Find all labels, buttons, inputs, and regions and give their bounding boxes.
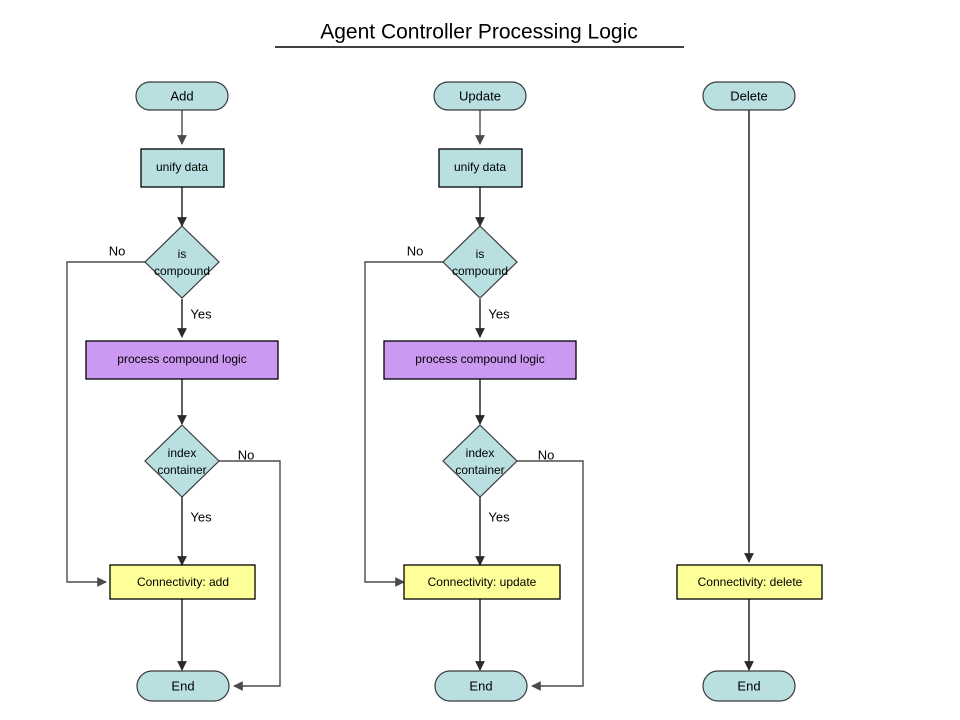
node-add-connectivity-label: Connectivity: add [137,575,229,589]
node-delete-end-label: End [737,678,760,693]
flowchart-diagram: Agent Controller Processing Logic No Yes… [66,21,823,702]
node-update-index-container[interactable]: index container [442,424,518,498]
node-update-process-compound-logic-label: process compound logic [415,352,544,366]
node-delete-connectivity-label: Connectivity: delete [698,575,803,589]
node-add-connectivity[interactable]: Connectivity: add [109,564,256,600]
node-add-is-compound-label-line2: compound [154,264,210,278]
edge-label-add-iscompound-no: No [109,243,126,258]
page-title-text: Agent Controller Processing Logic [320,21,638,44]
add-flow-column: No Yes No Yes Add unify data is compound [66,81,281,702]
edge-update-iscompound-no-to-connectivity [364,261,443,587]
node-add-index-container[interactable]: index container [144,424,220,498]
node-delete-connectivity[interactable]: Connectivity: delete [676,564,823,600]
node-add-start-label: Add [170,88,193,103]
node-update-index-container-shape[interactable] [442,424,518,498]
node-update-end-label: End [469,678,492,693]
node-update-connectivity-label: Connectivity: update [428,575,537,589]
edge-label-add-indexcontainer-yes: Yes [190,509,212,524]
edge-label-update-iscompound-yes: Yes [488,306,510,321]
node-add-unify-data-label: unify data [156,160,208,174]
update-flow-column: No Yes No Yes Update unify data is compo… [364,81,584,702]
node-add-process-compound-logic[interactable]: process compound logic [85,340,279,380]
node-delete-start[interactable]: Delete [702,81,796,111]
node-update-is-compound-label-line2: compound [452,264,508,278]
node-update-connectivity[interactable]: Connectivity: update [403,564,561,600]
flowchart-canvas: Agent Controller Processing Logic No Yes… [0,0,960,720]
node-update-process-compound-logic[interactable]: process compound logic [383,340,577,380]
edge-label-update-indexcontainer-no: No [538,447,555,462]
node-add-end-label: End [171,678,194,693]
node-update-unify-data[interactable]: unify data [438,148,523,188]
edge-label-add-indexcontainer-no: No [238,447,255,462]
node-update-index-container-label-line2: container [455,463,504,477]
node-add-start[interactable]: Add [135,81,229,111]
edge-label-add-iscompound-yes: Yes [190,306,212,321]
node-update-unify-data-label: unify data [454,160,506,174]
delete-flow-column: Delete Connectivity: delete End [676,81,823,702]
node-update-is-compound-label-line1: is [476,247,485,261]
edge-add-iscompound-no-to-connectivity [66,261,145,587]
node-add-end[interactable]: End [136,670,230,702]
edge-label-update-indexcontainer-yes: Yes [488,509,510,524]
page-title: Agent Controller Processing Logic [275,21,684,48]
node-update-end[interactable]: End [434,670,528,702]
node-update-start[interactable]: Update [433,81,527,111]
edge-label-update-iscompound-no: No [407,243,424,258]
node-update-is-compound[interactable]: is compound [442,225,518,299]
node-add-index-container-label-line2: container [157,463,206,477]
node-add-index-container-shape[interactable] [144,424,220,498]
node-add-is-compound[interactable]: is compound [144,225,220,299]
node-add-unify-data[interactable]: unify data [140,148,225,188]
node-update-start-label: Update [459,88,501,103]
node-add-process-compound-logic-label: process compound logic [117,352,246,366]
node-update-index-container-label-line1: index [466,446,495,460]
node-delete-start-label: Delete [730,88,768,103]
node-add-is-compound-shape[interactable] [144,225,220,299]
node-add-index-container-label-line1: index [168,446,197,460]
node-add-is-compound-label-line1: is [178,247,187,261]
node-update-is-compound-shape[interactable] [442,225,518,299]
node-delete-end[interactable]: End [702,670,796,702]
